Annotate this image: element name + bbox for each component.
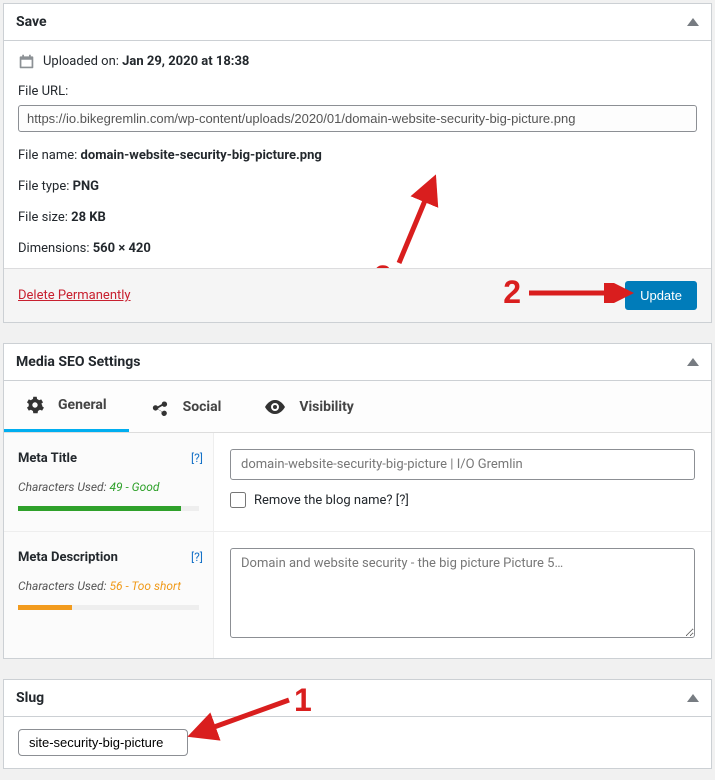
- uploaded-value: Jan 29, 2020 at 18:38: [122, 54, 249, 69]
- collapse-icon[interactable]: [687, 358, 699, 366]
- meta-desc-chars-label: Characters Used:: [18, 579, 109, 593]
- seo-panel: Media SEO Settings General Social Visibi…: [3, 343, 712, 659]
- meta-desc-label: Meta Description: [18, 550, 199, 565]
- save-panel-footer: Delete Permanently Update 2: [4, 268, 711, 322]
- tab-visibility[interactable]: Visibility: [243, 381, 376, 432]
- meta-desc-input[interactable]: [230, 548, 695, 638]
- meta-title-chars-label: Characters Used:: [18, 480, 109, 494]
- remove-blog-row[interactable]: Remove the blog name? [?]: [230, 492, 695, 508]
- meta-title-input[interactable]: [230, 449, 695, 480]
- slug-panel-title: Slug: [16, 690, 44, 706]
- dimensions-label: Dimensions:: [18, 241, 93, 256]
- update-button[interactable]: Update: [625, 281, 697, 310]
- slug-panel-header[interactable]: Slug: [4, 680, 711, 717]
- save-panel-title: Save: [16, 14, 47, 30]
- tab-social[interactable]: Social: [129, 381, 244, 432]
- gear-icon: [26, 396, 44, 414]
- file-name-label: File name:: [18, 148, 81, 163]
- tab-general[interactable]: General: [4, 381, 129, 432]
- file-size-label: File size:: [18, 210, 71, 225]
- calendar-icon: [18, 53, 35, 70]
- meta-title-label: Meta Title: [18, 451, 199, 466]
- tab-visibility-label: Visibility: [299, 399, 354, 415]
- file-url-input[interactable]: [18, 105, 697, 132]
- help-icon[interactable]: [?]: [191, 550, 203, 564]
- save-panel-header[interactable]: Save: [4, 4, 711, 41]
- file-type-label: File type:: [18, 179, 73, 194]
- annotation-arrow-2: [529, 283, 639, 303]
- tab-social-label: Social: [183, 399, 222, 415]
- file-name-value: domain-website-security-big-picture.png: [81, 148, 322, 163]
- file-url-label: File URL:: [18, 84, 697, 99]
- save-panel-body: Uploaded on: Jan 29, 2020 at 18:38 File …: [4, 41, 711, 268]
- collapse-icon[interactable]: [687, 694, 699, 702]
- file-size-value: 28 KB: [71, 210, 106, 225]
- file-type-value: PNG: [73, 179, 99, 194]
- meta-title-chars-value: 49 - Good: [109, 480, 159, 494]
- meta-title-bar: [18, 506, 181, 511]
- meta-desc-row: Meta Description [?] Characters Used: 56…: [4, 532, 711, 658]
- seo-panel-header[interactable]: Media SEO Settings: [4, 344, 711, 381]
- share-icon: [151, 398, 169, 416]
- remove-blog-label: Remove the blog name? [?]: [254, 493, 409, 508]
- meta-desc-chars-value: 56 - Too short: [109, 579, 181, 593]
- eye-icon: [265, 398, 285, 416]
- slug-input[interactable]: [18, 729, 188, 756]
- tab-general-label: General: [58, 397, 107, 413]
- meta-desc-bar: [18, 605, 72, 610]
- annotation-2: 2: [503, 274, 521, 311]
- remove-blog-checkbox[interactable]: [230, 492, 246, 508]
- annotation-1: 1: [294, 682, 312, 719]
- seo-panel-title: Media SEO Settings: [16, 354, 140, 370]
- uploaded-label: Uploaded on:: [43, 54, 119, 69]
- dimensions-value: 560 × 420: [93, 241, 151, 256]
- slug-panel: Slug 1: [3, 679, 712, 769]
- meta-title-row: Meta Title [?] Characters Used: 49 - Goo…: [4, 433, 711, 532]
- save-panel: Save Uploaded on: Jan 29, 2020 at 18:38 …: [3, 3, 712, 323]
- delete-permanently-link[interactable]: Delete Permanently: [18, 288, 131, 303]
- collapse-icon[interactable]: [687, 18, 699, 26]
- seo-tabs: General Social Visibility: [4, 381, 711, 433]
- help-icon[interactable]: [?]: [191, 451, 203, 465]
